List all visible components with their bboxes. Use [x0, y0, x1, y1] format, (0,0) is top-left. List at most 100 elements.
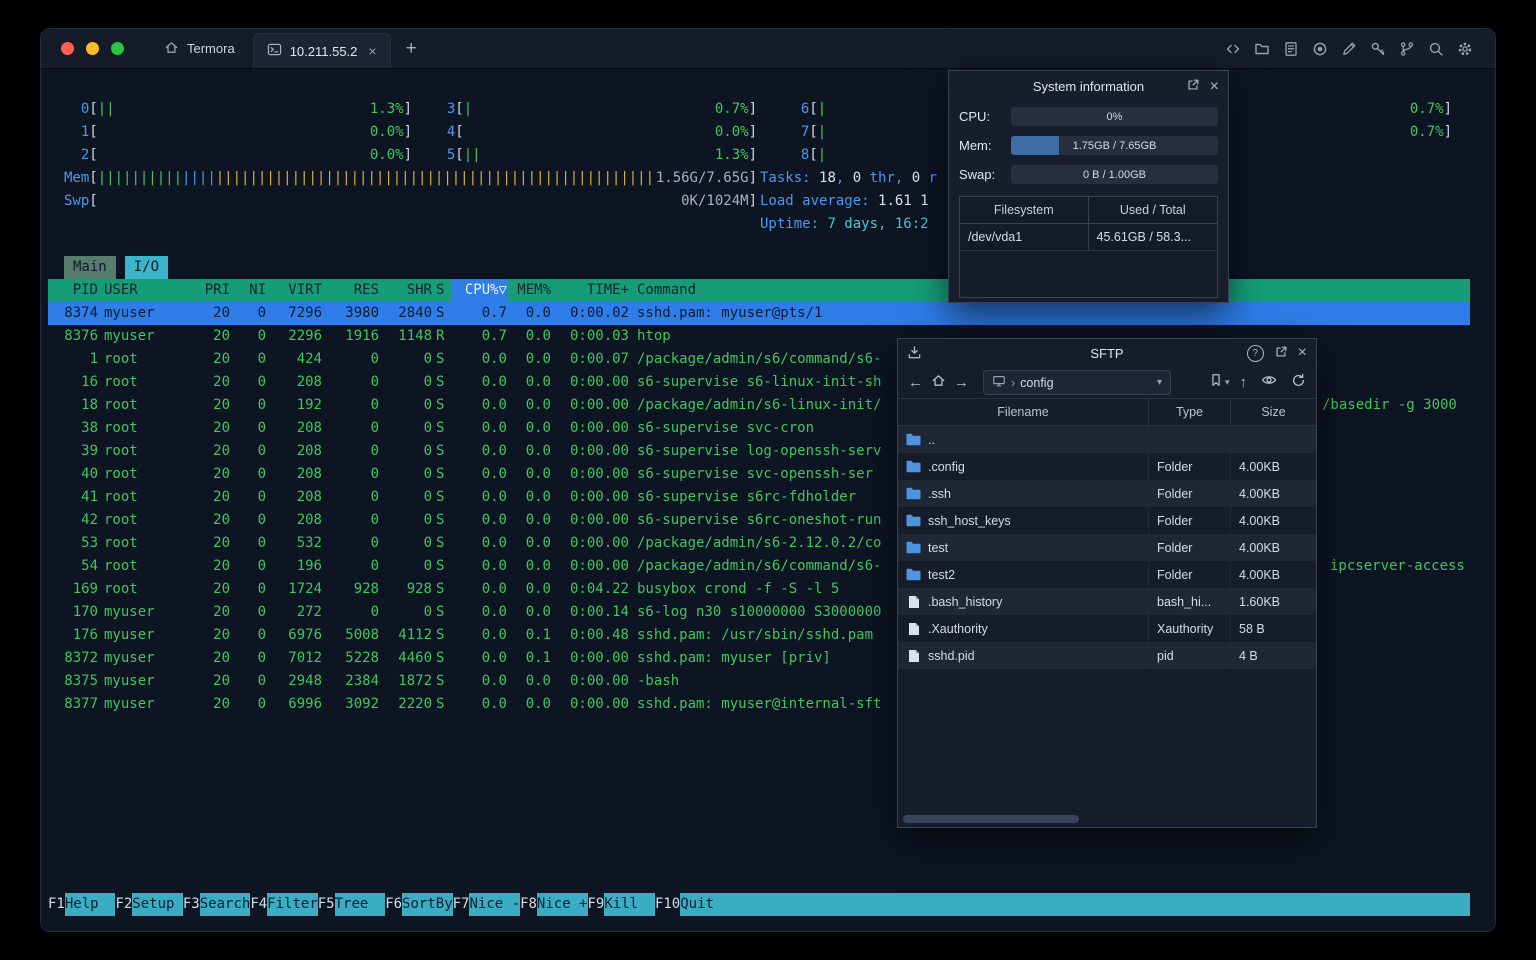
column-header-user[interactable]: USER [98, 279, 178, 302]
column-header-type[interactable]: Type [1149, 399, 1231, 425]
column-header-ni[interactable]: NI [230, 279, 266, 302]
file-size-cell: 58 B [1239, 621, 1265, 636]
transfers-download-icon[interactable] [907, 345, 922, 363]
breadcrumb-separator: › [1011, 375, 1016, 390]
fkey-F8[interactable]: F8 [520, 893, 537, 916]
system-information-panel: System information × CPU: 0% Mem: 1.75GB… [948, 70, 1229, 303]
function-key-bar: F1 Help F2 Setup F3 Search F4 Filter F5 Tree F6… [48, 893, 1470, 916]
column-header-filename[interactable]: Filename [898, 399, 1149, 425]
address-bar[interactable]: › config ▾ [983, 370, 1171, 395]
close-panel-icon[interactable]: × [1210, 78, 1219, 95]
close-window-button[interactable] [61, 42, 74, 55]
fkey-label-F1[interactable]: Help [64, 893, 116, 916]
forward-icon[interactable]: → [954, 375, 969, 390]
fkey-F1[interactable]: F1 [48, 893, 65, 916]
parent-directory-icon[interactable]: ↑ [1240, 375, 1248, 390]
minimize-window-button[interactable] [86, 42, 99, 55]
fkey-label-F4[interactable]: Filter [267, 893, 318, 916]
back-icon[interactable]: ← [908, 375, 923, 390]
key-icon[interactable] [1370, 41, 1386, 57]
fkey-F7[interactable]: F7 [453, 893, 470, 916]
fkey-label-F10[interactable]: Quit [680, 893, 714, 916]
column-header-virt[interactable]: VIRT [266, 279, 322, 302]
home-icon[interactable] [931, 373, 946, 393]
file-name-cell: .Xauthority [898, 615, 1149, 642]
swap-progress-text: 0 B / 1.00GB [1083, 168, 1146, 181]
sftp-row-..[interactable]: .. [898, 426, 1316, 453]
open-in-window-icon[interactable] [1274, 345, 1288, 362]
column-header-cpu[interactable]: CPU%▽ [452, 279, 507, 302]
file-type-cell: Folder [1149, 480, 1231, 507]
column-header-size[interactable]: Size [1231, 399, 1316, 425]
fkey-F5[interactable]: F5 [318, 893, 335, 916]
branch-icon[interactable] [1399, 41, 1415, 57]
sftp-row-.Xauthority[interactable]: .Xauthority Xauthority 58 B [898, 615, 1316, 642]
new-tab-button[interactable]: + [406, 39, 417, 58]
fkey-label-F6[interactable]: SortBy [402, 893, 453, 916]
fkey-F3[interactable]: F3 [183, 893, 200, 916]
sftp-row-test[interactable]: test Folder 4.00KB [898, 534, 1316, 561]
sftp-row-sshd.pid[interactable]: sshd.pid pid 4 B [898, 642, 1316, 669]
fkey-F2[interactable]: F2 [115, 893, 132, 916]
fkey-F6[interactable]: F6 [385, 893, 402, 916]
code-icon[interactable] [1225, 41, 1241, 57]
close-tab-icon[interactable]: × [368, 44, 376, 58]
system-information-title-bar: System information × [949, 71, 1228, 102]
folder-icon[interactable] [1254, 41, 1270, 57]
cpu-label: CPU: [959, 109, 991, 124]
sftp-row-.ssh[interactable]: .ssh Folder 4.00KB [898, 480, 1316, 507]
file-size-cell [1231, 426, 1316, 453]
column-header-shr[interactable]: SHR [379, 279, 432, 302]
column-header-res[interactable]: RES [322, 279, 379, 302]
sftp-row-test2[interactable]: test2 Folder 4.00KB [898, 561, 1316, 588]
horizontal-scrollbar[interactable] [901, 815, 1313, 823]
fkey-label-F7[interactable]: Nice - [469, 893, 521, 916]
refresh-icon[interactable] [1291, 373, 1306, 393]
chevron-down-icon[interactable]: ▾ [1157, 377, 1162, 388]
log-icon[interactable] [1283, 41, 1299, 57]
column-header-filesystem: Filesystem [960, 197, 1089, 223]
fkey-label-F2[interactable]: Setup [132, 893, 183, 916]
mem-label: Mem: [959, 138, 992, 153]
sftp-row-.config[interactable]: .config Folder 4.00KB [898, 453, 1316, 480]
cpu-meter-3: 3[| 0.7%] [446, 101, 757, 117]
folder-icon [906, 460, 921, 473]
fkey-label-F5[interactable]: Tree [334, 893, 386, 916]
bookmark-button[interactable]: ▾ [1209, 373, 1230, 392]
search-icon[interactable] [1428, 41, 1444, 57]
settings-icon[interactable] [1457, 41, 1473, 57]
show-hidden-eye-icon[interactable] [1261, 372, 1277, 393]
edit-icon[interactable] [1341, 41, 1357, 57]
file-type-cell: Folder [1149, 561, 1231, 588]
fkey-label-F3[interactable]: Search [199, 893, 251, 916]
fkey-label-F9[interactable]: Kill [604, 893, 655, 916]
fkey-F4[interactable]: F4 [250, 893, 267, 916]
column-header-pid[interactable]: PID [48, 279, 98, 302]
close-panel-icon[interactable]: × [1298, 345, 1307, 361]
fkey-F9[interactable]: F9 [588, 893, 605, 916]
file-type-cell: Folder [1149, 534, 1231, 561]
column-header-mem[interactable]: MEM% [507, 279, 551, 302]
cpu-progress-bar: 0% [1011, 107, 1218, 126]
tab-active-session[interactable]: 10.211.55.2 × [252, 33, 391, 68]
open-in-window-icon[interactable] [1186, 78, 1200, 95]
record-icon[interactable] [1312, 41, 1328, 57]
fkey-label-F8[interactable]: Nice + [536, 893, 588, 916]
computer-icon [992, 374, 1006, 391]
scrollbar-thumb[interactable] [903, 815, 1079, 823]
memory-meter: Mem[|||||||||| |||| ||||||||||||||||||||||… [64, 170, 757, 186]
filesystem-table-header: Filesystem Used / Total [960, 197, 1217, 224]
column-header-pri[interactable]: PRI [178, 279, 230, 302]
zoom-window-button[interactable] [111, 42, 124, 55]
process-row-8374[interactable]: 8374 myuser 20 0 7296 3980 2840 S 0.7 0.0 0:00.02 s… [48, 302, 1470, 325]
help-icon[interactable]: ? [1246, 344, 1264, 362]
column-header-s[interactable]: S [432, 279, 452, 302]
tab-main[interactable]: Main [64, 256, 116, 279]
column-header-time+[interactable]: TIME+ [551, 279, 629, 302]
tab-home[interactable]: Termora [146, 29, 253, 68]
breadcrumb-path[interactable]: config [1020, 376, 1053, 390]
tab-io[interactable]: I/O [124, 256, 169, 279]
fkey-F10[interactable]: F10 [655, 893, 680, 916]
sftp-row-.bash_history[interactable]: .bash_history bash_hi... 1.60KB [898, 588, 1316, 615]
sftp-row-ssh_host_keys[interactable]: ssh_host_keys Folder 4.00KB [898, 507, 1316, 534]
